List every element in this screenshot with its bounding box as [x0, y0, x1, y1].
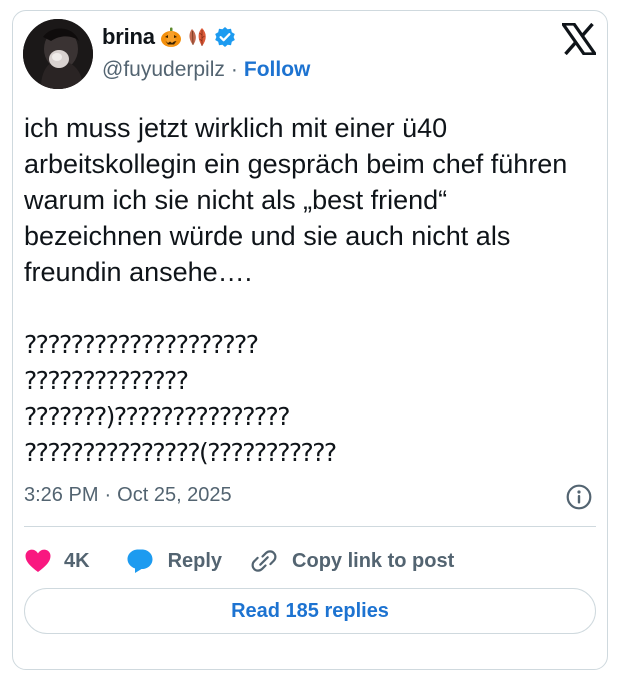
handle-separator: ·	[230, 58, 238, 81]
heart-icon	[25, 549, 51, 572]
reply-label: Reply	[167, 549, 223, 572]
tweet-symbol-lines: ???????????????????? ?????????????? ????…	[24, 330, 337, 467]
read-replies-button[interactable]: Read 185 replies	[24, 588, 596, 634]
reply-button[interactable]: Reply	[126, 548, 222, 574]
author-name-row[interactable]: brina	[102, 22, 236, 52]
tweet-actions: 4K Reply Copy link to post	[24, 540, 454, 582]
read-replies-label: Read 185 replies	[231, 599, 389, 622]
like-count: 4K	[64, 549, 90, 572]
x-logo-icon[interactable]	[559, 22, 599, 56]
timestamp-separator: ·	[104, 484, 112, 506]
info-icon[interactable]	[566, 484, 592, 510]
pumpkin-emoji-icon	[160, 26, 182, 48]
speech-bubble-icon	[127, 549, 153, 573]
author-handle[interactable]: @fuyuderpilz	[102, 58, 225, 82]
fallen-leaves-emoji-icon	[187, 26, 209, 48]
tweet-body-text: ich muss jetzt wirklich mit einer ü40 ar…	[24, 113, 575, 287]
author-display-name[interactable]: brina	[102, 24, 155, 50]
tweet-time: 3:26 PM	[24, 484, 99, 506]
avatar[interactable]	[23, 19, 93, 89]
copy-link-label: Copy link to post	[292, 549, 455, 572]
follow-button[interactable]: Follow	[244, 58, 311, 82]
tweet-timestamp[interactable]: 3:26 PM · Oct 25, 2025	[24, 484, 232, 507]
author-handle-row: @fuyuderpilz · Follow	[102, 58, 310, 82]
link-icon	[251, 550, 277, 572]
tweet-date: Oct 25, 2025	[117, 484, 232, 506]
divider	[24, 526, 596, 527]
like-button[interactable]: 4K	[24, 548, 90, 574]
copy-link-button[interactable]: Copy link to post	[250, 547, 454, 575]
verified-badge-icon	[214, 26, 236, 48]
